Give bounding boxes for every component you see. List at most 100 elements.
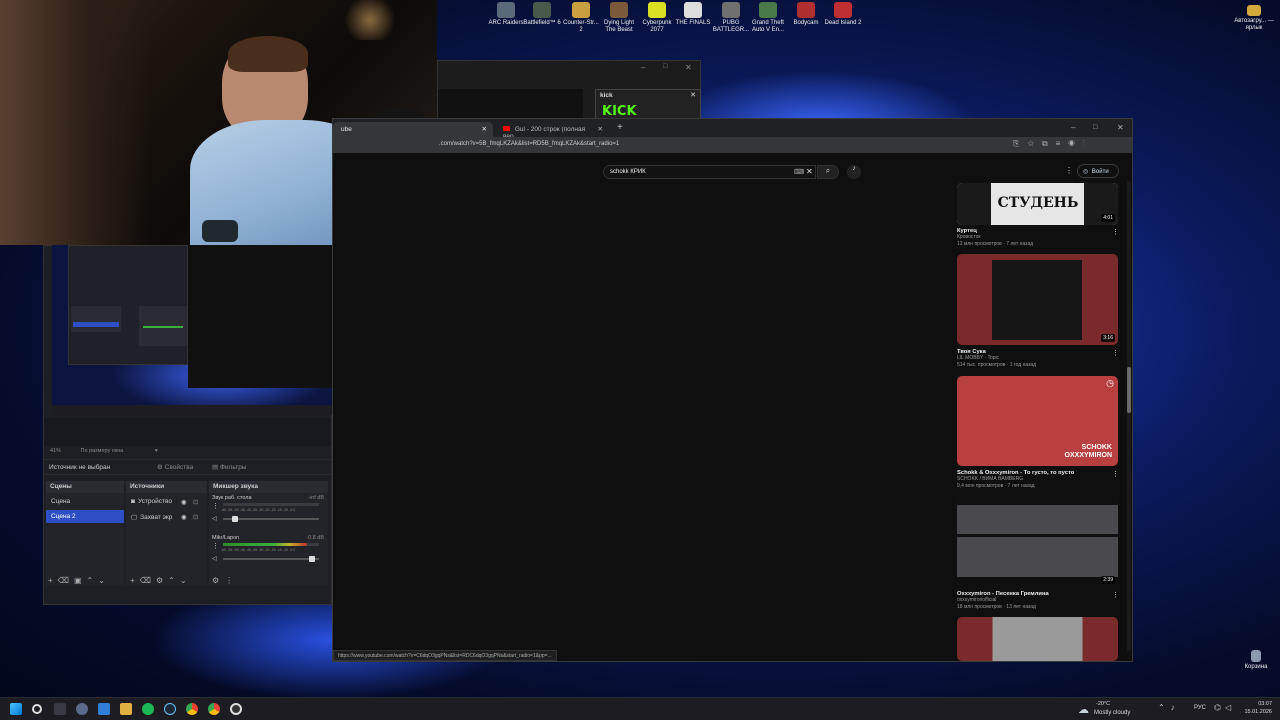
kick-popup-close[interactable]: ✕ [690, 91, 696, 99]
more-icon[interactable]: ⋮ [212, 502, 219, 510]
speaker-icon[interactable]: ◁ [212, 515, 217, 522]
obs-source-item[interactable]: ▢ Захват экр ◉ ⊡ [126, 510, 207, 523]
clock[interactable]: 03:07 15.01.2026 [1240, 700, 1272, 716]
steam-icon[interactable] [164, 703, 176, 715]
chrome-icon[interactable] [186, 703, 198, 715]
clear-search-icon[interactable]: ✕ [806, 167, 813, 176]
video-channel[interactable]: LIL MOBBY · Topic [957, 355, 1117, 362]
video-info[interactable]: Oxxxymiron - Песенка Гремлина oxxxymirono… [957, 591, 1119, 611]
chevron-down-icon[interactable]: ⌄ [180, 576, 192, 585]
obs-scene-item[interactable]: Сцена 2 [46, 510, 124, 523]
desktop-icon[interactable]: Counter-Str... 2 [561, 2, 601, 34]
background-window-maximize[interactable]: □ [663, 63, 667, 70]
obs-scale-mode[interactable]: По размеру окна [81, 448, 124, 454]
photos-icon[interactable] [98, 703, 110, 715]
install-app-icon[interactable]: ⎘ [1013, 139, 1027, 148]
task-view-icon[interactable] [54, 703, 66, 715]
more-icon[interactable]: ⋮ [1112, 591, 1119, 599]
obs-volume-slider[interactable] [223, 516, 319, 522]
keyboard-icon[interactable]: ⌨ [794, 168, 804, 176]
background-window-minimize[interactable]: – [641, 63, 645, 72]
trash-icon[interactable]: ⌫ [140, 576, 156, 585]
obs-zoom-value[interactable]: 41% [50, 448, 61, 454]
desktop-icon[interactable]: THE FINALS [673, 2, 713, 27]
video-thumbnail[interactable]: СТУДЕНЬ 4:01 [957, 183, 1118, 225]
obs-volume-knob[interactable] [232, 516, 238, 522]
chrome-profile-icon[interactable] [208, 703, 220, 715]
desktop-icon[interactable]: Cyberpunk 2077 [637, 2, 677, 34]
lock-icon[interactable]: ⊡ [193, 498, 198, 506]
video-channel[interactable]: SCHOKK / ВИМА BAMBERG [957, 476, 1117, 483]
minimize-button[interactable]: – [1071, 123, 1075, 132]
add-icon[interactable]: + [48, 576, 58, 585]
input-language[interactable]: РУС [1194, 705, 1206, 711]
chevron-up-icon[interactable]: ⌃ [87, 576, 99, 585]
settings-icon[interactable] [76, 703, 88, 715]
desktop-icon-autostart[interactable]: Автозагру... — ярлык [1234, 2, 1274, 32]
obs-properties-button[interactable]: ⚙ Свойства [157, 463, 193, 471]
chevron-up-icon[interactable]: ⌃ [1158, 703, 1171, 712]
watch-later-icon[interactable]: ◷ [1106, 378, 1114, 389]
desktop-icon[interactable]: Dead Island 2 [823, 2, 863, 27]
menu-icon[interactable]: ⋮ [1083, 139, 1093, 148]
network-volume-icons[interactable]: ⌬◁ [1214, 703, 1235, 712]
media-icon[interactable]: ≡ [1056, 139, 1069, 148]
add-icon[interactable]: + [130, 576, 140, 585]
more-options-icon[interactable]: ⋮ [1065, 166, 1073, 175]
gear-icon[interactable]: ⚙ [212, 576, 225, 585]
obs-volume-knob[interactable] [308, 556, 315, 562]
close-icon[interactable]: ✕ [482, 125, 487, 133]
youtube-search-box[interactable]: schokk КРИК ⌨ ✕ [603, 165, 816, 179]
url-field[interactable]: .com/watch?v=5B_fmqLKZAk&list=RD5B_fmqLK… [439, 141, 619, 147]
obs-source-item[interactable]: ◙ Устройство ◉ ⊡ [126, 495, 207, 508]
video-channel[interactable]: oxxxymironofficial [957, 597, 1117, 604]
page-scrollbar[interactable] [1127, 181, 1131, 651]
new-tab-button[interactable]: + [617, 122, 623, 133]
scrollbar-thumb[interactable] [1127, 367, 1131, 413]
more-icon[interactable]: ⋮ [225, 576, 239, 585]
video-thumbnail[interactable]: SCHOKK OXXXYMIRON ◷ [957, 376, 1118, 466]
lock-icon[interactable]: ⊡ [193, 513, 198, 521]
background-window-close[interactable]: ✕ [685, 63, 692, 72]
signin-button[interactable]: ◎ Войти [1077, 164, 1119, 178]
video-thumbnail[interactable]: 2:39 [957, 497, 1118, 587]
desktop-icon-recycle-bin[interactable]: Корзина [1236, 650, 1276, 671]
video-thumbnail[interactable]: 3:16 [957, 254, 1118, 345]
filter-icon[interactable]: ▣ [74, 576, 87, 585]
desktop-icon[interactable]: Battlefield™ 6 [522, 2, 562, 27]
obs-volume-slider[interactable] [223, 556, 319, 562]
tab-gul[interactable]: Gul - 200 строк (полная вер... ✕ [495, 122, 605, 140]
background-window[interactable]: – □ ✕ kick KICK ✕ [437, 60, 701, 121]
video-info[interactable]: Куртец Кровосток 13 млн просмотров · 7 лет… [957, 228, 1119, 248]
search-icon[interactable] [32, 704, 42, 714]
desktop-icon[interactable]: Bodycam [786, 2, 826, 27]
spotify-icon[interactable] [142, 703, 154, 715]
desktop-icon[interactable]: Grand Theft Auto V En... [748, 2, 788, 34]
gear-icon[interactable]: ⚙ [156, 576, 168, 585]
eye-icon[interactable]: ◉ [181, 498, 187, 506]
speaker-icon[interactable]: ◁ [212, 555, 217, 562]
chevron-down-icon[interactable]: ▾ [155, 448, 158, 454]
maximize-button[interactable]: □ [1093, 124, 1097, 131]
obs-filters-button[interactable]: ▤ Фильтры [212, 463, 246, 471]
more-icon[interactable]: ⋮ [1112, 470, 1119, 478]
video-info[interactable]: Твоя Сука LIL MOBBY · Topic 514 тыс. просм… [957, 349, 1119, 369]
obs-scene-item[interactable]: Сцена [46, 495, 124, 508]
video-channel[interactable]: Кровосток [957, 234, 1117, 241]
chevron-down-icon[interactable]: ⌄ [98, 576, 110, 585]
eye-icon[interactable]: ◉ [181, 513, 187, 521]
obs-icon[interactable] [230, 703, 242, 715]
more-icon[interactable]: ⋮ [1112, 349, 1119, 357]
windows-start-icon[interactable] [10, 703, 22, 715]
video-info[interactable]: Schokk & Oxxxymiron - То густо, то пусто… [957, 470, 1119, 490]
obs-preview-canvas[interactable] [52, 245, 332, 415]
search-input[interactable]: schokk КРИК [610, 169, 646, 175]
video-thumbnail[interactable] [957, 617, 1118, 661]
trash-icon[interactable]: ⌫ [58, 576, 74, 585]
tab-youtube[interactable]: ube ✕ [333, 122, 493, 137]
bookmark-star-icon[interactable]: ☆ [1027, 139, 1042, 148]
more-icon[interactable]: ⋮ [212, 542, 219, 550]
search-button[interactable]: ⌕ [817, 165, 839, 179]
file-explorer-icon[interactable] [120, 703, 132, 715]
kick-popup[interactable]: kick KICK ✕ [595, 89, 701, 121]
